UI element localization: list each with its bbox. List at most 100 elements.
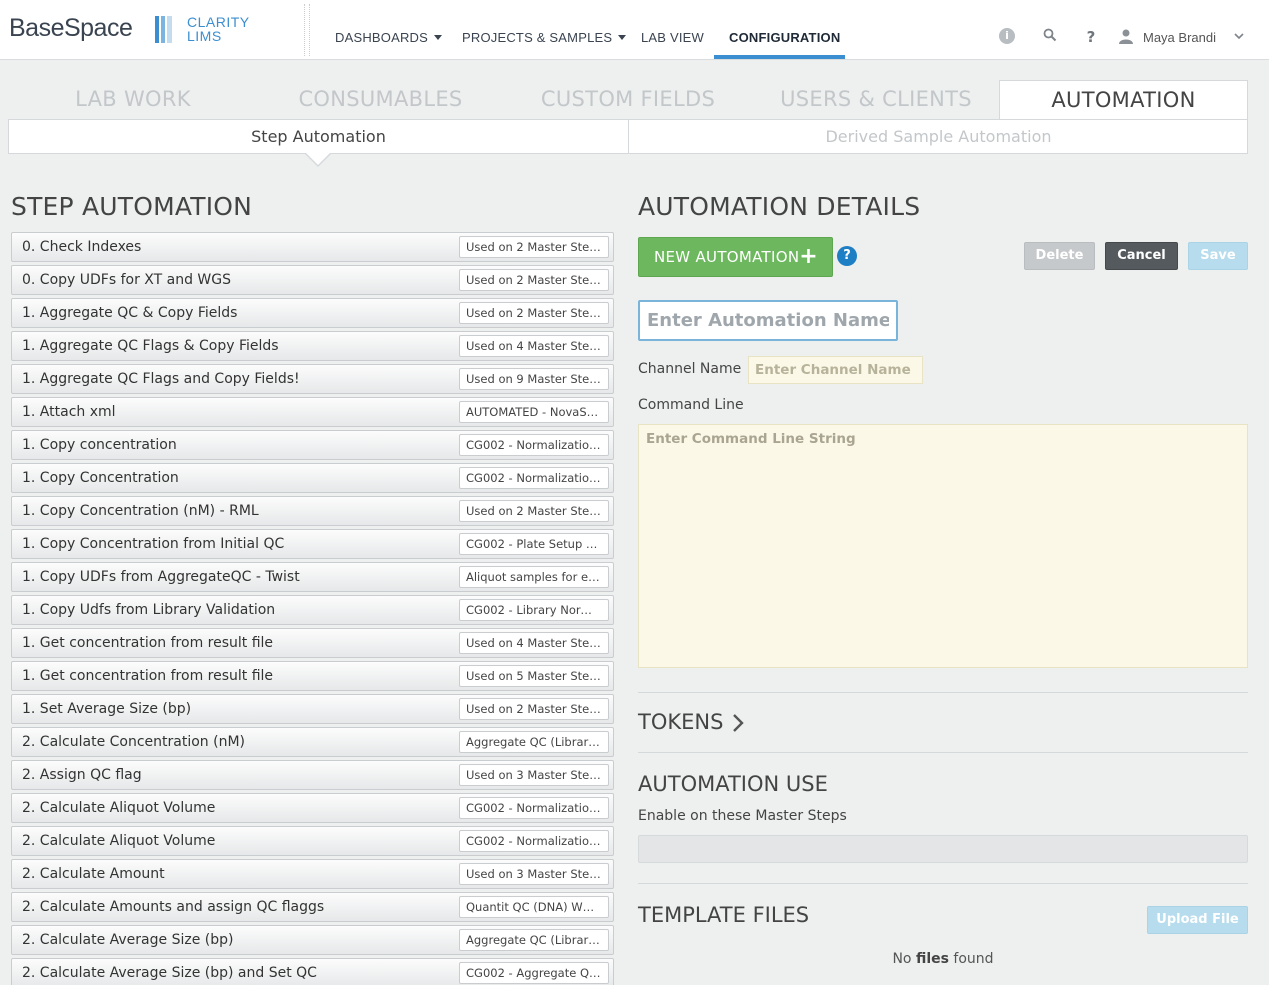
step-automation-name: 2. Calculate Amounts and assign QC flagg… bbox=[22, 899, 325, 915]
divider bbox=[638, 883, 1248, 884]
step-automation-name: 2. Calculate Aliquot Volume bbox=[22, 833, 216, 849]
tokens-toggle[interactable]: TOKENS bbox=[638, 710, 723, 734]
step-automation-name: 2. Calculate Amount bbox=[22, 866, 165, 882]
enable-master-steps-label: Enable on these Master Steps bbox=[638, 808, 847, 824]
step-automation-row[interactable]: 2. Calculate Amount Used on 3 Master Step… bbox=[11, 859, 614, 889]
step-automation-row[interactable]: 1. Get concentration from result file Use… bbox=[11, 661, 614, 691]
automation-subtabs: Step Automation Derived Sample Automatio… bbox=[8, 119, 1248, 154]
step-automation-name: 0. Copy UDFs for XT and WGS bbox=[22, 272, 232, 288]
step-automation-row[interactable]: 1. Attach xml AUTOMATED - NovaSeq... bbox=[11, 397, 614, 427]
chevron-down-icon[interactable] bbox=[1230, 28, 1248, 46]
channel-name-label: Channel Name bbox=[638, 361, 742, 377]
nav-projects-samples[interactable]: PROJECTS & SAMPLES bbox=[462, 30, 627, 45]
step-automation-title: STEP AUTOMATION bbox=[11, 192, 253, 221]
step-automation-name: 1. Copy concentration bbox=[22, 437, 177, 453]
step-automation-name: 1. Copy Concentration bbox=[22, 470, 179, 486]
new-automation-button[interactable]: NEW AUTOMATION + bbox=[638, 237, 833, 277]
automation-details-title: AUTOMATION DETAILS bbox=[638, 192, 921, 221]
new-automation-label: NEW AUTOMATION bbox=[654, 248, 800, 266]
step-automation-name: 1. Copy UDFs from AggregateQC - Twist bbox=[22, 569, 300, 585]
help-icon[interactable]: ? bbox=[837, 246, 857, 266]
step-automation-row[interactable]: 1. Aggregate QC & Copy Fields Used on 2 M… bbox=[11, 298, 614, 328]
step-automation-name: 1. Aggregate QC Flags and Copy Fields! bbox=[22, 371, 300, 387]
basespace-logo[interactable]: BaseSpace bbox=[9, 14, 133, 43]
info-icon[interactable]: i bbox=[999, 28, 1017, 46]
subtab-step-automation[interactable]: Step Automation bbox=[9, 120, 629, 154]
automation-name-input[interactable] bbox=[638, 300, 898, 341]
tab-users-clients[interactable]: USERS & CLIENTS bbox=[753, 80, 999, 120]
step-usage-badge: Used on 2 Master Steps bbox=[459, 236, 609, 258]
tab-lab-work[interactable]: LAB WORK bbox=[8, 80, 258, 120]
step-automation-row[interactable]: 2. Calculate Concentration (nM) Aggregate… bbox=[11, 727, 614, 757]
step-automation-row[interactable]: 2. Assign QC flag Used on 3 Master Steps bbox=[11, 760, 614, 790]
step-automation-name: 1. Aggregate QC & Copy Fields bbox=[22, 305, 238, 321]
tab-automation[interactable]: AUTOMATION bbox=[999, 80, 1248, 120]
step-automation-row[interactable]: 1. Copy Concentration CG002 - Normalizati… bbox=[11, 463, 614, 493]
step-automation-row[interactable]: 0. Copy UDFs for XT and WGS Used on 2 Mas… bbox=[11, 265, 614, 295]
upload-file-button[interactable]: Upload File bbox=[1147, 906, 1248, 934]
master-steps-selector[interactable] bbox=[638, 835, 1248, 863]
delete-button[interactable]: Delete bbox=[1024, 242, 1095, 270]
nav-lab-view[interactable]: LAB VIEW bbox=[641, 30, 704, 45]
step-usage-badge: Used on 4 Master Steps bbox=[459, 335, 609, 357]
nav-active-indicator bbox=[714, 55, 845, 59]
step-automation-row[interactable]: 1. Aggregate QC Flags & Copy Fields Used … bbox=[11, 331, 614, 361]
step-automation-row[interactable]: 1. Copy Concentration from Initial QC CG0… bbox=[11, 529, 614, 559]
step-usage-badge: Quantit QC (DNA) WGS v1 bbox=[459, 896, 609, 918]
channel-name-input[interactable] bbox=[748, 356, 923, 384]
tab-consumables[interactable]: CONSUMABLES bbox=[258, 80, 503, 120]
step-usage-badge: Aliquot samples for enz... bbox=[459, 566, 609, 588]
step-automation-name: 1. Get concentration from result file bbox=[22, 668, 274, 684]
subtab-derived-sample-automation[interactable]: Derived Sample Automation bbox=[629, 120, 1248, 154]
command-line-label: Command Line bbox=[638, 397, 744, 413]
step-automation-row[interactable]: 1. Copy Udfs from Library Validation CG00… bbox=[11, 595, 614, 625]
nav-dashboards[interactable]: DASHBOARDS bbox=[335, 30, 443, 45]
user-icon[interactable] bbox=[1117, 28, 1135, 46]
user-name[interactable]: Maya Brandi bbox=[1143, 30, 1216, 45]
step-usage-badge: CG002 - Normalization ... bbox=[459, 434, 609, 456]
step-automation-row[interactable]: 1. Get concentration from result file Use… bbox=[11, 628, 614, 658]
step-usage-badge: Used on 2 Master Steps bbox=[459, 500, 609, 522]
step-automation-row[interactable]: 2. Calculate Amounts and assign QC flagg… bbox=[11, 892, 614, 922]
step-automation-row[interactable]: 2. Calculate Average Size (bp) and Set Q… bbox=[11, 958, 614, 985]
step-usage-badge: CG002 - Normalization ... bbox=[459, 467, 609, 489]
step-usage-badge: Used on 2 Master Steps bbox=[459, 698, 609, 720]
clarity-logo-line1: CLARITY bbox=[187, 14, 250, 30]
help-icon[interactable]: ? bbox=[1082, 28, 1100, 46]
top-navigation-bar: BaseSpace CLARITY LIMS DASHBOARDS PROJEC… bbox=[0, 0, 1269, 60]
search-icon[interactable] bbox=[1041, 28, 1059, 46]
step-automation-row[interactable]: 2. Calculate Aliquot Volume CG002 - Norma… bbox=[11, 826, 614, 856]
step-automation-name: 0. Check Indexes bbox=[22, 239, 142, 255]
step-usage-badge: CG002 - Normalization ... bbox=[459, 797, 609, 819]
clarity-lims-logo[interactable]: CLARITY LIMS bbox=[187, 15, 250, 43]
step-usage-badge: Used on 2 Master Steps bbox=[459, 302, 609, 324]
step-usage-badge: CG002 - Normalization ... bbox=[459, 830, 609, 852]
step-usage-badge: Used on 3 Master Steps bbox=[459, 863, 609, 885]
step-automation-row[interactable]: 1. Copy concentration CG002 - Normalizati… bbox=[11, 430, 614, 460]
clarity-logo-mark-icon bbox=[155, 16, 173, 43]
tab-custom-fields[interactable]: CUSTOM FIELDS bbox=[503, 80, 753, 120]
step-automation-row[interactable]: 0. Check Indexes Used on 2 Master Steps bbox=[11, 232, 614, 262]
automation-use-title: AUTOMATION USE bbox=[638, 772, 828, 796]
template-files-title: TEMPLATE FILES bbox=[638, 903, 810, 927]
step-automation-name: 2. Assign QC flag bbox=[22, 767, 142, 783]
nav-configuration[interactable]: CONFIGURATION bbox=[729, 30, 840, 45]
command-line-textarea[interactable] bbox=[638, 424, 1248, 668]
step-usage-badge: Used on 3 Master Steps bbox=[459, 764, 609, 786]
step-usage-badge: CG002 - Aggregate QC (... bbox=[459, 962, 609, 984]
step-automation-row[interactable]: 1. Aggregate QC Flags and Copy Fields! Us… bbox=[11, 364, 614, 394]
step-automation-row[interactable]: 1. Copy Concentration (nM) - RML Used on … bbox=[11, 496, 614, 526]
step-automation-row[interactable]: 1. Copy UDFs from AggregateQC - Twist Ali… bbox=[11, 562, 614, 592]
save-button[interactable]: Save bbox=[1188, 242, 1248, 270]
step-usage-badge: CG002 - Library Normal... bbox=[459, 599, 609, 621]
step-automation-row[interactable]: 2. Calculate Aliquot Volume CG002 - Norma… bbox=[11, 793, 614, 823]
step-automation-name: 1. Attach xml bbox=[22, 404, 116, 420]
step-automation-name: 2. Calculate Average Size (bp) bbox=[22, 932, 234, 948]
cancel-button[interactable]: Cancel bbox=[1105, 242, 1178, 270]
chevron-right-icon[interactable] bbox=[731, 712, 745, 734]
step-automation-name: 1. Aggregate QC Flags & Copy Fields bbox=[22, 338, 279, 354]
step-automation-row[interactable]: 2. Calculate Average Size (bp) Aggregate … bbox=[11, 925, 614, 955]
step-automation-row[interactable]: 1. Set Average Size (bp) Used on 2 Master… bbox=[11, 694, 614, 724]
step-automation-name: 1. Copy Concentration from Initial QC bbox=[22, 536, 285, 552]
subtab-pointer bbox=[304, 152, 332, 167]
